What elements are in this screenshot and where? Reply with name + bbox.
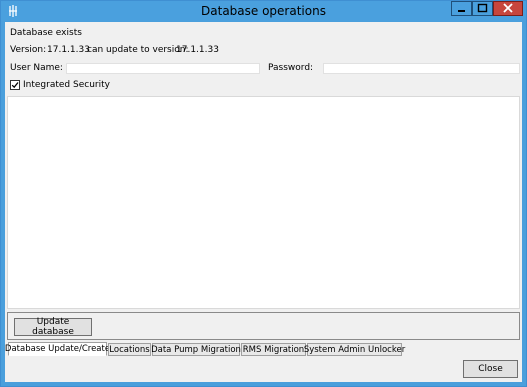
minimize-button[interactable] [451, 1, 472, 16]
window-title: Database operations [201, 4, 326, 18]
maximize-button[interactable] [472, 1, 493, 16]
title-bar[interactable]: Database operations [1, 1, 526, 21]
tab-database-update-create[interactable]: Database Update/Create [5, 342, 110, 356]
target-version-value: 17.1.1.33 [176, 45, 219, 55]
current-version-value: 17.1.1.33 [47, 45, 90, 55]
close-button[interactable]: Close [463, 360, 518, 378]
user-name-label: User Name: [10, 63, 63, 73]
tab-rms-migration[interactable]: RMS Migration [241, 343, 306, 356]
integrated-security-label[interactable]: Integrated Security [23, 80, 110, 90]
client-area: Database exists Version: 17.1.1.33 can u… [5, 22, 522, 382]
tab-data-pump-migration[interactable]: Data Pump Migration [151, 343, 241, 356]
update-version-label: can update to version: [87, 45, 189, 55]
close-window-button[interactable] [493, 1, 523, 16]
tab-system-admin-unlocker[interactable]: System Admin Unlocker [304, 343, 405, 356]
update-database-button[interactable]: Update database [14, 317, 92, 337]
password-label: Password: [268, 63, 314, 73]
action-bar: Update database [7, 312, 520, 340]
user-name-field[interactable] [66, 63, 260, 74]
password-field[interactable] [323, 63, 520, 74]
version-label: Version: [10, 45, 47, 55]
check-mark-icon [11, 82, 19, 89]
status-text: Database exists [10, 28, 82, 38]
output-area[interactable] [7, 96, 520, 309]
integrated-security-checkbox[interactable] [10, 80, 20, 90]
dialog-window: Database operations Database exists Vers… [0, 0, 527, 387]
tab-locations[interactable]: Locations [108, 343, 151, 356]
